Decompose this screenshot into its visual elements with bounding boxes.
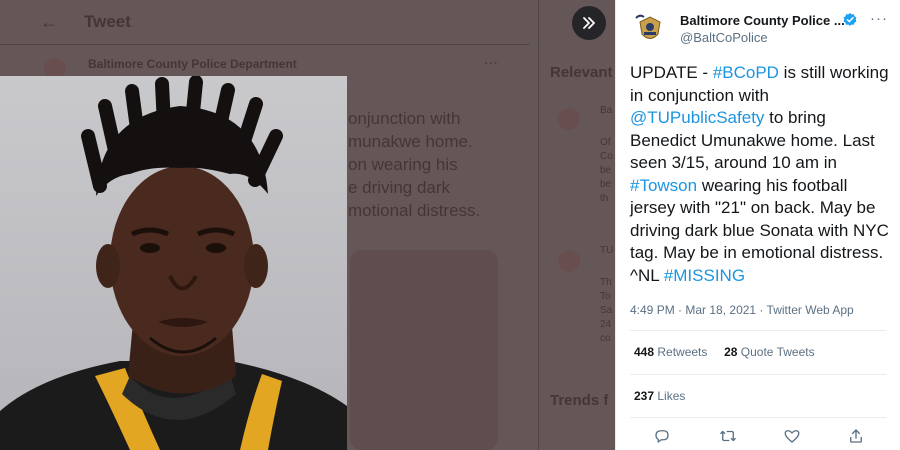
likes-count: 237 — [634, 389, 655, 403]
background-relevant-snippet: TU Th To Sa 24 co — [600, 244, 615, 346]
background-tweet-text: onjunction with munakwe home. on wearing… — [348, 107, 518, 222]
background-divider — [0, 44, 530, 45]
quote-tweets-stat[interactable]: 28 Quote Tweets — [724, 345, 815, 359]
engagement-stats: 448 Retweets 28 Quote Tweets — [634, 345, 815, 359]
police-badge-avatar-icon — [630, 10, 670, 50]
background-author-name: Baltimore County Police Department — [88, 57, 297, 71]
background-tweet-line: on wearing his — [348, 155, 458, 174]
background-relevant-title: Relevant — [550, 64, 613, 81]
background-snippet-gap — [600, 258, 615, 276]
retweet-button[interactable] — [716, 424, 740, 448]
tweet-time[interactable]: 4:49 PM — [630, 303, 675, 317]
mention-tupublicsafety-link[interactable]: @TUPublicSafety — [630, 108, 764, 127]
likes-label: Likes — [654, 389, 686, 403]
background-snippet-line: Ba — [600, 105, 613, 116]
background-media-card — [350, 250, 498, 450]
double-chevron-right-icon — [583, 17, 595, 29]
like-button[interactable] — [780, 424, 804, 448]
background-snippet-line: th — [600, 193, 609, 204]
more-options-button[interactable]: ··· — [870, 10, 888, 27]
retweets-label: Retweets — [654, 345, 708, 359]
reply-icon — [655, 430, 669, 443]
tweet-text: UPDATE - #BCoPD is still working in conj… — [630, 62, 892, 287]
background-snippet-line: To — [600, 291, 611, 302]
author-name[interactable]: Baltimore County Police ... — [680, 13, 845, 28]
hashtag-towson-link[interactable]: #Towson — [630, 176, 697, 195]
background-header-title: Tweet — [84, 12, 131, 31]
retweet-icon — [720, 430, 736, 442]
background-tweet-line: onjunction with — [348, 109, 461, 128]
author-handle[interactable]: @BaltCoPolice — [680, 30, 768, 45]
background-relevant-avatar — [558, 250, 580, 272]
verified-badge-icon — [843, 13, 857, 26]
retweets-count: 448 — [634, 345, 655, 359]
tweet-photo[interactable] — [0, 76, 347, 450]
tweet-text-segment: UPDATE - — [630, 63, 713, 82]
person-photo-illustration — [0, 76, 347, 450]
background-snippet-line: 24 — [600, 319, 612, 330]
background-snippet-line: Of — [600, 137, 611, 148]
background-relevant-snippet: Ba Of Co be be th — [600, 104, 615, 206]
meta-separator: · — [674, 303, 686, 317]
background-relevant-avatar — [558, 108, 580, 130]
expand-panel-button[interactable] — [572, 6, 606, 40]
tweet-timestamp: 4:49 PM · Mar 18, 2021 · Twitter Web App — [630, 303, 854, 317]
reply-button[interactable] — [650, 424, 674, 448]
tweet-source-link[interactable]: Twitter Web App — [767, 303, 854, 317]
background-snippet-line: TU — [600, 245, 614, 256]
background-snippet-line: Co — [600, 151, 613, 162]
background-snippet-line: co — [600, 333, 611, 344]
background-snippet-line: Th — [600, 277, 612, 288]
divider — [630, 417, 886, 418]
tweet-date[interactable]: Mar 18, 2021 — [685, 303, 756, 317]
share-icon — [850, 429, 862, 443]
heart-icon — [784, 430, 800, 443]
hashtag-missing-link[interactable]: #MISSING — [664, 266, 745, 285]
background-tweet-line: motional distress. — [348, 201, 481, 220]
share-button[interactable] — [844, 424, 868, 448]
background-tweet-line: e driving dark — [348, 178, 451, 197]
tweet-detail-panel: Baltimore County Police ... @BaltCoPolic… — [615, 0, 900, 450]
background-snippet-line: be — [600, 165, 612, 176]
author-avatar[interactable] — [630, 10, 670, 50]
background-tweet-line: munakwe home. — [348, 132, 473, 151]
background-snippet-line: Sa — [600, 305, 613, 316]
likes-stat[interactable]: 237 Likes — [634, 389, 685, 403]
meta-separator: · — [756, 303, 767, 317]
retweets-stat[interactable]: 448 Retweets — [634, 345, 707, 359]
back-arrow-icon: ← — [40, 12, 58, 32]
background-more-icon: ··· — [484, 54, 498, 70]
background-trends-title: Trends f — [550, 392, 609, 409]
divider — [630, 374, 886, 375]
tweet-actions-bar — [616, 424, 900, 448]
quotes-label: Quote Tweets — [737, 345, 815, 359]
background-snippet-line: be — [600, 179, 612, 190]
divider — [630, 330, 886, 331]
more-dots-icon: ··· — [870, 10, 888, 27]
hashtag-bcopd-link[interactable]: #BCoPD — [713, 63, 779, 82]
background-snippet-gap — [600, 118, 615, 136]
background-column-divider — [538, 0, 539, 450]
quotes-count: 28 — [724, 345, 738, 359]
